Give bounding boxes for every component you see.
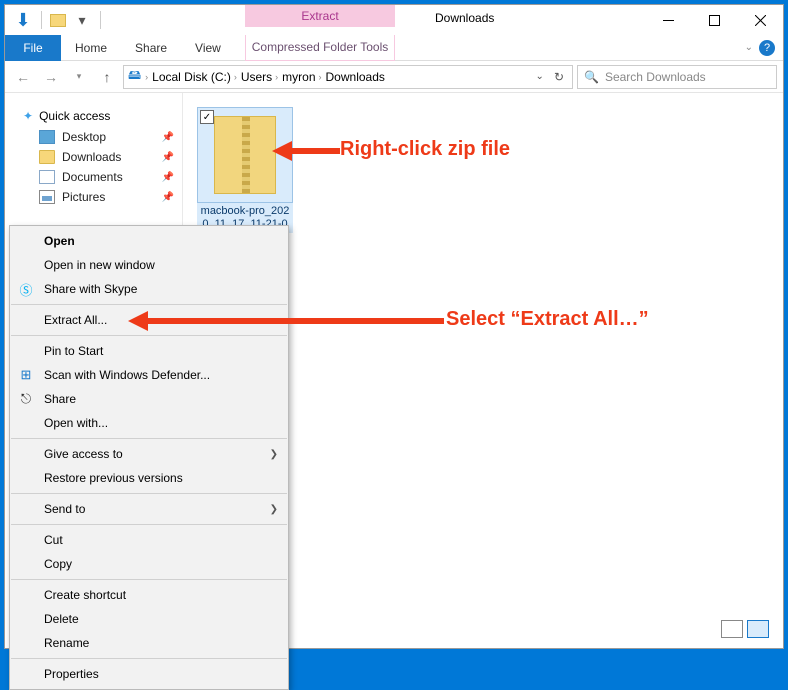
chevron-right-icon: ❯	[270, 504, 278, 515]
pin-icon: 📌	[162, 132, 174, 143]
address-dropdown-icon[interactable]: ⌄	[532, 71, 548, 82]
share-icon: ⎋	[18, 391, 34, 407]
menu-open-new-window[interactable]: Open in new window	[10, 253, 288, 277]
qat-dropdown-icon[interactable]: ▾	[72, 10, 92, 30]
menu-restore-versions[interactable]: Restore previous versions	[10, 466, 288, 490]
close-button[interactable]	[737, 5, 783, 35]
address-box[interactable]: 🖴 › Local Disk (C:)› Users› myron› Downl…	[123, 65, 573, 89]
menu-rename[interactable]: Rename	[10, 631, 288, 655]
search-input[interactable]: 🔍 Search Downloads	[577, 65, 777, 89]
recent-dropdown-icon[interactable]: ▾	[67, 65, 91, 89]
ribbon: File Home Share View Compressed Folder T…	[5, 35, 783, 61]
maximize-button[interactable]	[691, 5, 737, 35]
menu-open-with[interactable]: Open with...	[10, 411, 288, 435]
menu-scan-defender[interactable]: ⊞Scan with Windows Defender...	[10, 363, 288, 387]
sidebar-item-documents[interactable]: Documents📌	[5, 167, 182, 187]
breadcrumb[interactable]: Users›	[241, 70, 278, 84]
pictures-icon	[39, 190, 55, 204]
forward-button[interactable]: →	[39, 65, 63, 89]
menu-extract-all[interactable]: Extract All...	[10, 308, 288, 332]
sidebar-item-downloads[interactable]: Downloads📌	[5, 147, 182, 167]
window-title: Downloads	[435, 11, 494, 25]
tab-home[interactable]: Home	[61, 35, 121, 61]
menu-open[interactable]: Open	[10, 229, 288, 253]
minimize-button[interactable]	[645, 5, 691, 35]
breadcrumb[interactable]: Local Disk (C:)›	[152, 70, 237, 84]
ribbon-expand-icon[interactable]: ⌄	[745, 42, 753, 53]
sidebar-item-desktop[interactable]: Desktop📌	[5, 127, 182, 147]
titlebar: ⬇ ▾ Extract Downloads	[5, 5, 783, 35]
menu-delete[interactable]: Delete	[10, 607, 288, 631]
quick-access-header[interactable]: ✦ Quick access	[5, 105, 182, 127]
menu-give-access[interactable]: Give access to❯	[10, 442, 288, 466]
tab-view[interactable]: View	[181, 35, 235, 61]
chevron-right-icon[interactable]: ›	[145, 72, 148, 82]
menu-create-shortcut[interactable]: Create shortcut	[10, 583, 288, 607]
document-icon	[39, 170, 55, 184]
back-button[interactable]: ←	[11, 65, 35, 89]
context-menu: Open Open in new window ⓈShare with Skyp…	[9, 225, 289, 690]
pin-icon: 📌	[162, 172, 174, 183]
folder-icon	[39, 150, 55, 164]
details-view-button[interactable]	[721, 620, 743, 638]
shield-icon: ⊞	[18, 367, 34, 383]
refresh-icon[interactable]: ↻	[550, 70, 568, 84]
desktop-icon	[39, 130, 55, 144]
breadcrumb[interactable]: Downloads	[326, 70, 385, 84]
menu-cut[interactable]: Cut	[10, 528, 288, 552]
file-tab[interactable]: File	[5, 35, 61, 61]
down-arrow-icon[interactable]: ⬇	[13, 10, 33, 30]
tab-share[interactable]: Share	[121, 35, 181, 61]
menu-share[interactable]: ⎋Share	[10, 387, 288, 411]
folder-icon	[50, 14, 66, 27]
help-icon[interactable]: ?	[759, 40, 775, 56]
pin-icon: 📌	[162, 192, 174, 203]
pin-icon: 📌	[162, 152, 174, 163]
drive-icon: 🖴	[128, 66, 141, 88]
sidebar-item-pictures[interactable]: Pictures📌	[5, 187, 182, 207]
up-button[interactable]: ↑	[95, 65, 119, 89]
menu-copy[interactable]: Copy	[10, 552, 288, 576]
search-icon: 🔍	[584, 70, 599, 84]
breadcrumb[interactable]: myron›	[282, 70, 321, 84]
chevron-right-icon: ❯	[270, 449, 278, 460]
menu-properties[interactable]: Properties	[10, 662, 288, 686]
menu-share-skype[interactable]: ⓈShare with Skype	[10, 277, 288, 301]
checkbox-icon[interactable]: ✓	[200, 110, 214, 124]
star-icon: ✦	[23, 109, 33, 123]
large-icons-view-button[interactable]	[747, 620, 769, 638]
search-placeholder: Search Downloads	[605, 70, 706, 84]
zip-icon	[214, 116, 276, 194]
ribbon-context-tab[interactable]: Extract	[245, 5, 395, 27]
skype-icon: Ⓢ	[18, 281, 34, 297]
menu-send-to[interactable]: Send to❯	[10, 497, 288, 521]
menu-pin-to-start[interactable]: Pin to Start	[10, 339, 288, 363]
zip-file-item[interactable]: ✓ macbook-pro_2020_11_17_11-21-0	[197, 107, 293, 233]
address-bar: ← → ▾ ↑ 🖴 › Local Disk (C:)› Users› myro…	[5, 61, 783, 93]
tab-compressed-tools[interactable]: Compressed Folder Tools	[245, 35, 395, 61]
